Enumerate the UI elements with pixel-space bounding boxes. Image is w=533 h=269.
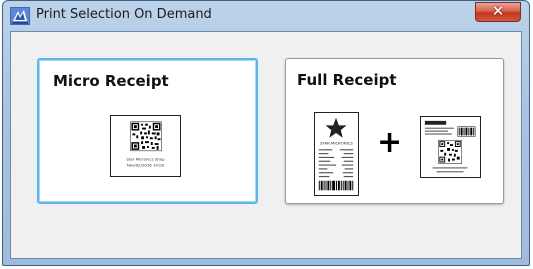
close-button[interactable]: ✕ [475,2,521,22]
close-icon: ✕ [491,2,505,20]
full-receipt-header: STAR MICRONICS [320,140,353,145]
micro-receipt-caption-1: Star Micronics Shop [126,157,165,162]
title-bar[interactable]: Print Selection On Demand ✕ [3,1,529,31]
full-receipt-title: Full Receipt [297,71,397,89]
full-receipt-image: STAR MICRONICS [314,112,359,196]
print-selection-app-icon [10,7,30,25]
micro-receipt-option[interactable]: Micro Receipt Star Micronics Shop Nov/02… [37,58,258,204]
dialog-client-area: Micro Receipt Star Micronics Shop Nov/02… [10,31,522,259]
micro-receipt-image-secondary [420,116,481,178]
micro-receipt-image: Star Micronics Shop Nov/02/2016 14:00 [110,115,181,177]
micro-receipt-caption-2: Nov/02/2016 14:00 [127,162,165,167]
plus-icon: + [377,125,403,160]
window-title: Print Selection On Demand [36,7,212,22]
micro-receipt-title: Micro Receipt [53,72,169,90]
full-receipt-option[interactable]: Full Receipt STAR MICRONICS + [285,58,504,204]
print-selection-dialog: Print Selection On Demand ✕ Micro Receip… [2,0,530,266]
